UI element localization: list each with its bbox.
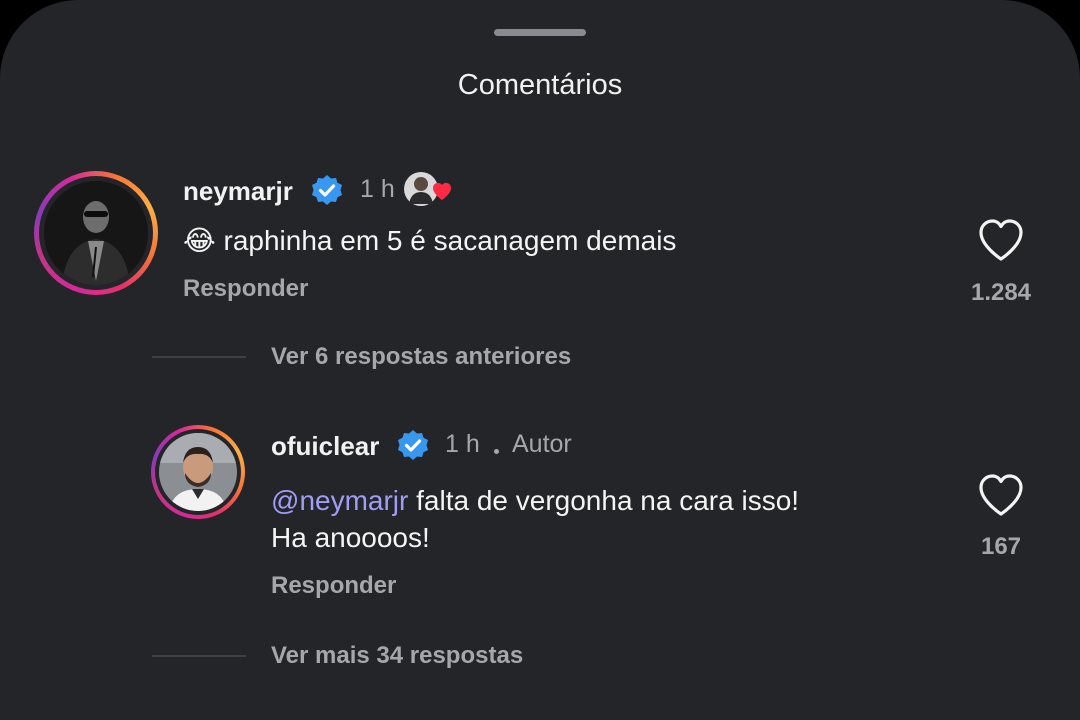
avatar-story-ring[interactable] [34, 171, 158, 295]
view-more-replies-button[interactable]: Ver mais 34 respostas [271, 642, 523, 670]
view-previous-replies-button[interactable]: Ver 6 respostas anteriores [271, 343, 571, 371]
comments-sheet: Comentários neymarjr 1 h 😂 raphinha em 5… [0, 0, 1080, 720]
author-label: Autor [512, 430, 572, 458]
comment-text: 😂 raphinha em 5 é sacanagem demais [183, 222, 676, 259]
heart-outline-icon[interactable] [977, 473, 1025, 517]
comment-text: @neymarjr falta de vergonha na cara isso… [271, 482, 799, 556]
comment-username[interactable]: ofuiclear [271, 431, 379, 462]
comment-username[interactable]: neymarjr [183, 176, 293, 207]
like-count: 167 [980, 533, 1022, 560]
comment-body-line2: Ha anoooos! [271, 522, 430, 553]
drag-handle[interactable] [494, 29, 586, 36]
heart-outline-icon[interactable] [977, 218, 1025, 262]
like-count: 1.284 [970, 279, 1032, 306]
comment-body: falta de vergonha na cara isso! [408, 485, 800, 516]
verified-badge-icon [398, 430, 428, 460]
author-liked-heart-icon [403, 170, 451, 210]
replies-divider [152, 655, 246, 657]
avatar [159, 433, 237, 511]
mention-link[interactable]: @neymarjr [271, 485, 408, 516]
reply-button[interactable]: Responder [271, 572, 396, 600]
avatar [44, 181, 148, 285]
verified-badge-icon [312, 175, 342, 205]
separator-dot [494, 449, 499, 454]
sheet-title: Comentários [457, 69, 623, 101]
laughing-emoji: 😂 [183, 225, 216, 256]
avatar-story-ring[interactable] [151, 425, 245, 519]
replies-divider [152, 356, 246, 358]
comment-time: 1 h [445, 430, 480, 458]
comment-body: raphinha em 5 é sacanagem demais [223, 225, 677, 256]
comment-time: 1 h [360, 175, 395, 203]
reply-button[interactable]: Responder [183, 275, 308, 303]
